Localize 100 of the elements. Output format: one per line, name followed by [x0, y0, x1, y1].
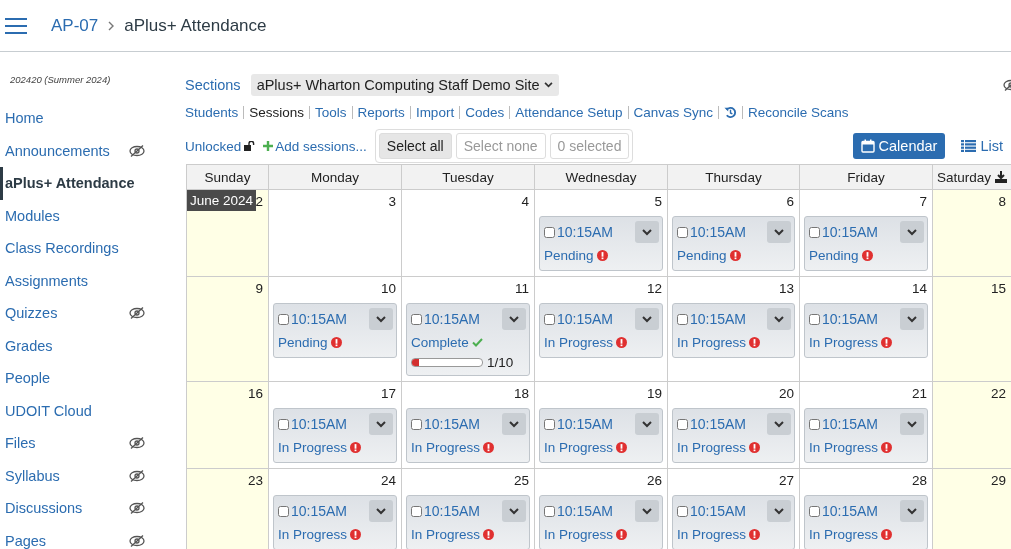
session-checkbox[interactable]	[544, 226, 555, 238]
session-checkbox[interactable]	[278, 505, 289, 517]
nav-link[interactable]: Students	[185, 104, 239, 120]
nav-link[interactable]: Reports	[357, 104, 405, 120]
session-menu-button[interactable]	[369, 308, 393, 330]
nav-link[interactable]: Sessions	[249, 104, 305, 120]
session-status-link[interactable]: Pending	[677, 247, 727, 263]
session-time-link[interactable]: 10:15AM	[690, 416, 747, 432]
add-sessions-link[interactable]: Add sessions...	[263, 138, 367, 154]
session-status-link[interactable]: Pending	[544, 247, 594, 263]
session-menu-button[interactable]	[900, 221, 924, 243]
session-menu-button[interactable]	[900, 308, 924, 330]
session-menu-button[interactable]	[900, 500, 924, 522]
session-checkbox[interactable]	[544, 418, 555, 430]
session-time-link[interactable]: 10:15AM	[557, 311, 614, 327]
session-status-link[interactable]: In Progress	[544, 526, 614, 542]
nav-link[interactable]: Codes	[465, 104, 505, 120]
session-checkbox[interactable]	[544, 313, 555, 325]
session-menu-button[interactable]	[369, 500, 393, 522]
list-view-button[interactable]: List	[953, 133, 1011, 159]
sidebar-item[interactable]: Files	[5, 435, 36, 452]
section-dropdown[interactable]: aPlus+ Wharton Computing Staff Demo Site	[250, 74, 559, 96]
session-menu-button[interactable]	[502, 500, 526, 522]
session-menu-button[interactable]	[635, 500, 659, 522]
breadcrumb-link[interactable]: AP-07	[51, 15, 99, 36]
session-menu-button[interactable]	[369, 413, 393, 435]
history-icon[interactable]	[724, 105, 738, 119]
session-time-link[interactable]: 10:15AM	[291, 503, 348, 519]
session-time-link[interactable]: 10:15AM	[557, 416, 614, 432]
session-checkbox[interactable]	[544, 505, 555, 517]
session-time-link[interactable]: 10:15AM	[424, 311, 481, 327]
session-time-link[interactable]: 10:15AM	[291, 416, 348, 432]
sidebar-item[interactable]: Home	[5, 110, 44, 127]
session-time-link[interactable]: 10:15AM	[822, 503, 879, 519]
session-menu-button[interactable]	[635, 221, 659, 243]
sidebar-item[interactable]: Syllabus	[5, 467, 60, 484]
session-checkbox[interactable]	[809, 226, 820, 238]
sidebar-item[interactable]: Quizzes	[5, 305, 58, 322]
select-button[interactable]: Select all	[378, 133, 452, 159]
session-status-link[interactable]: In Progress	[677, 334, 747, 350]
session-status-link[interactable]: In Progress	[677, 526, 747, 542]
session-checkbox[interactable]	[809, 313, 820, 325]
session-status-link[interactable]: In Progress	[278, 526, 348, 542]
nav-link[interactable]: Canvas Sync	[633, 104, 714, 120]
session-status-link[interactable]: Complete	[411, 334, 469, 350]
session-checkbox[interactable]	[411, 505, 422, 517]
sidebar-item[interactable]: Grades	[5, 337, 53, 354]
sidebar-item[interactable]: Pages	[5, 532, 47, 549]
calendar-view-button[interactable]: Calendar	[852, 133, 946, 159]
session-menu-button[interactable]	[900, 413, 924, 435]
nav-link[interactable]: Attendance Setup	[515, 104, 623, 120]
session-menu-button[interactable]	[502, 308, 526, 330]
session-menu-button[interactable]	[767, 308, 791, 330]
session-menu-button[interactable]	[635, 413, 659, 435]
session-status-link[interactable]: Pending	[809, 247, 859, 263]
sidebar-item[interactable]: Announcements	[5, 142, 110, 159]
session-time-link[interactable]: 10:15AM	[557, 503, 614, 519]
session-time-link[interactable]: 10:15AM	[690, 311, 747, 327]
session-checkbox[interactable]	[411, 313, 422, 325]
session-time-link[interactable]: 10:15AM	[690, 503, 747, 519]
session-status-link[interactable]: In Progress	[278, 439, 348, 455]
session-time-link[interactable]: 10:15AM	[690, 224, 747, 240]
sidebar-item[interactable]: Class Recordings	[5, 240, 119, 257]
session-menu-button[interactable]	[635, 308, 659, 330]
sidebar-item[interactable]: aPlus+ Attendance	[5, 175, 135, 192]
session-checkbox[interactable]	[411, 418, 422, 430]
lock-link[interactable]: Unlocked	[185, 138, 256, 154]
session-status-link[interactable]: In Progress	[544, 439, 614, 455]
session-menu-button[interactable]	[767, 500, 791, 522]
session-time-link[interactable]: 10:15AM	[822, 311, 879, 327]
session-status-link[interactable]: In Progress	[677, 439, 747, 455]
session-status-link[interactable]: In Progress	[809, 334, 879, 350]
nav-link[interactable]: Import	[415, 104, 455, 120]
session-checkbox[interactable]	[278, 313, 289, 325]
menu-icon[interactable]	[5, 17, 27, 34]
session-checkbox[interactable]	[677, 418, 688, 430]
session-status-link[interactable]: Pending	[278, 334, 328, 350]
session-time-link[interactable]: 10:15AM	[557, 224, 614, 240]
session-menu-button[interactable]	[767, 413, 791, 435]
session-time-link[interactable]: 10:15AM	[291, 311, 348, 327]
download-icon[interactable]	[995, 171, 1007, 183]
session-time-link[interactable]: 10:15AM	[424, 503, 481, 519]
session-checkbox[interactable]	[278, 418, 289, 430]
session-time-link[interactable]: 10:15AM	[822, 416, 879, 432]
session-checkbox[interactable]	[809, 418, 820, 430]
nav-link[interactable]: Reconcile Scans	[748, 104, 849, 120]
session-status-link[interactable]: In Progress	[809, 526, 879, 542]
session-checkbox[interactable]	[809, 505, 820, 517]
sidebar-item[interactable]: Modules	[5, 207, 60, 224]
session-status-link[interactable]: In Progress	[809, 439, 879, 455]
session-menu-button[interactable]	[767, 221, 791, 243]
session-status-link[interactable]: In Progress	[544, 334, 614, 350]
sidebar-item[interactable]: Discussions	[5, 500, 83, 517]
session-time-link[interactable]: 10:15AM	[424, 416, 481, 432]
session-status-link[interactable]: In Progress	[411, 439, 481, 455]
session-checkbox[interactable]	[677, 226, 688, 238]
sidebar-item[interactable]: Assignments	[5, 272, 88, 289]
sidebar-item[interactable]: UDOIT Cloud	[5, 402, 92, 419]
sidebar-item[interactable]: People	[5, 370, 51, 387]
session-checkbox[interactable]	[677, 313, 688, 325]
